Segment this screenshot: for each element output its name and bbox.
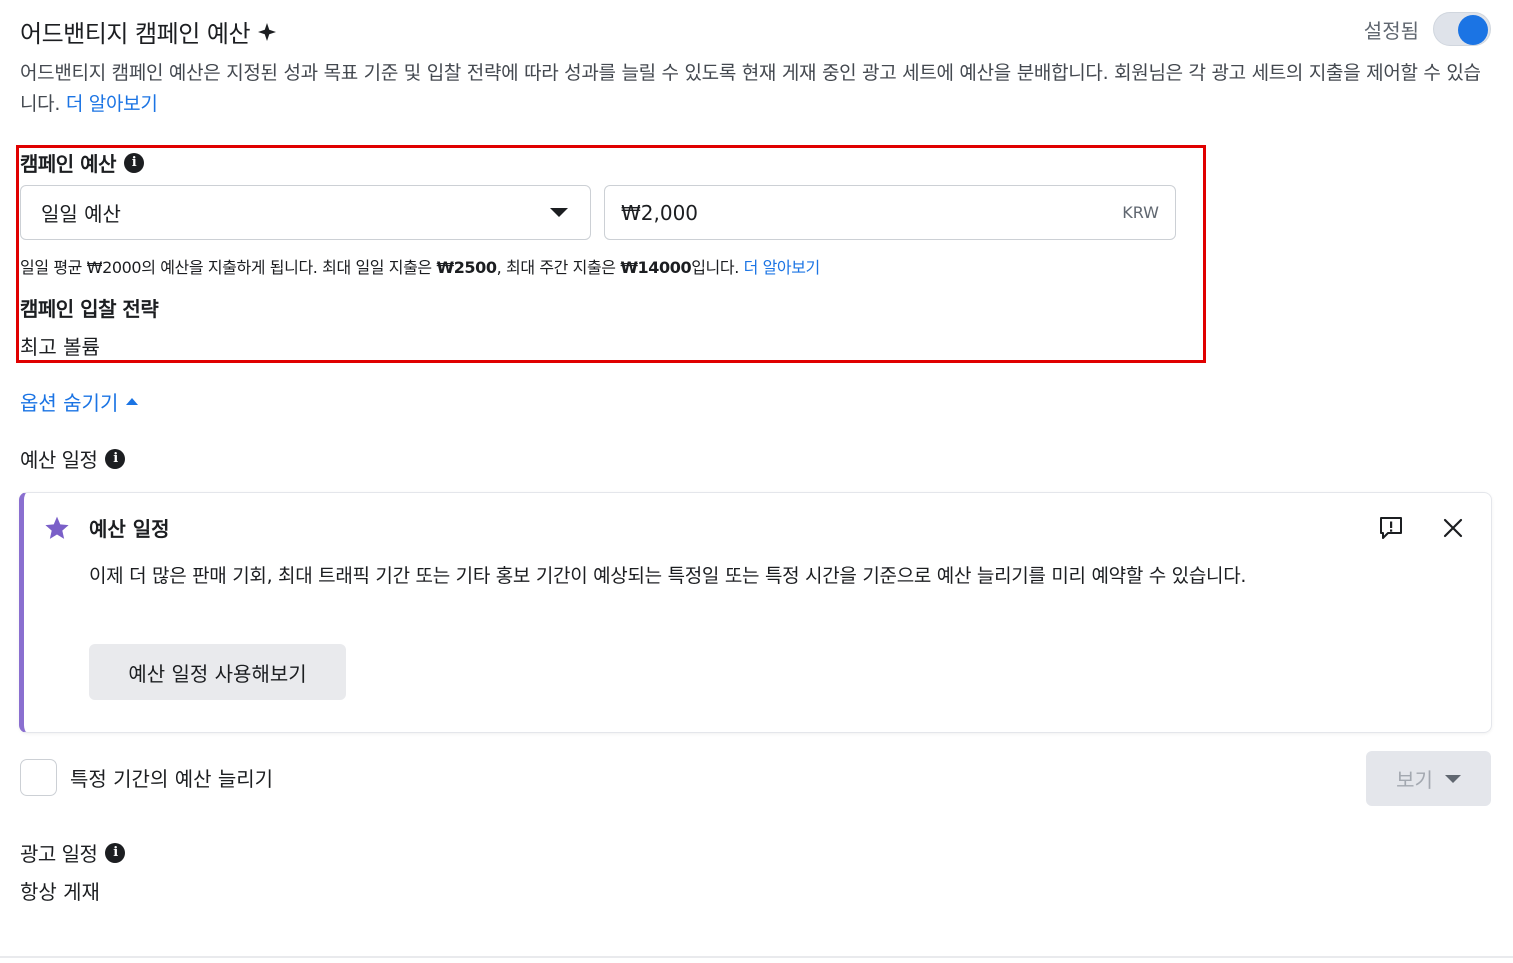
note-prefix: 일일 평균 ₩2000의 예산을 지출하게 됩니다. 최대 일일 지출은 — [20, 258, 437, 277]
toggle-knob — [1458, 15, 1488, 45]
currency-label: KRW — [1122, 203, 1159, 222]
view-dropdown-button[interactable]: 보기 — [1366, 751, 1491, 806]
bid-strategy-label: 캠페인 입찰 전략 — [20, 297, 159, 321]
budget-type-select[interactable]: 일일 예산 — [20, 185, 591, 240]
info-icon[interactable]: i — [105, 448, 126, 469]
feedback-icon[interactable] — [1378, 515, 1404, 541]
note-learn-more-link[interactable]: 더 알아보기 — [744, 258, 821, 277]
bid-strategy-value: 최고 볼륨 — [20, 335, 100, 359]
budget-type-value: 일일 예산 — [41, 202, 121, 226]
learn-more-link[interactable]: 더 알아보기 — [66, 93, 158, 115]
budget-amount-input[interactable]: ₩2,000 KRW — [604, 185, 1176, 240]
budget-increase-checkbox[interactable] — [20, 759, 57, 796]
campaign-budget-label: 캠페인 예산 i — [20, 148, 144, 177]
header-description: 어드밴티지 캠페인 예산은 지정된 성과 목표 기준 및 입찰 전략에 따라 성… — [20, 58, 1490, 120]
view-button-label: 보기 — [1396, 768, 1433, 792]
advantage-budget-toggle[interactable] — [1433, 12, 1491, 46]
advantage-toggle-group: 설정됨 — [1364, 12, 1491, 46]
hide-options-link[interactable]: 옵션 숨기기 — [20, 387, 139, 416]
budget-amount-value: ₩2,000 — [621, 200, 699, 225]
budget-increase-label: 특정 기간의 예산 늘리기 — [70, 767, 274, 791]
chevron-down-icon — [550, 208, 568, 217]
try-budget-schedule-button[interactable]: 예산 일정 사용해보기 — [89, 644, 346, 700]
budget-note: 일일 평균 ₩2000의 예산을 지출하게 됩니다. 최대 일일 지출은 ₩25… — [20, 254, 820, 278]
sparkle-icon — [258, 22, 277, 41]
page-title: 어드밴티지 캠페인 예산 — [20, 14, 277, 49]
note-suffix: 입니다. — [691, 258, 739, 277]
divider — [0, 956, 1513, 958]
chevron-down-icon — [1444, 774, 1461, 783]
card-title: 예산 일정 — [89, 517, 170, 541]
campaign-budget-label-text: 캠페인 예산 — [20, 152, 116, 176]
budget-schedule-label-text: 예산 일정 — [20, 448, 98, 472]
card-body: 이제 더 많은 판매 기회, 최대 트래픽 기간 또는 기타 홍보 기간이 예상… — [89, 565, 1247, 587]
ad-schedule-label: 광고 일정 i — [20, 838, 126, 867]
note-daily-max: ₩2500 — [436, 258, 497, 277]
budget-schedule-label: 예산 일정 i — [20, 444, 126, 473]
chevron-up-icon — [126, 398, 139, 405]
description-text: 어드밴티지 캠페인 예산은 지정된 성과 목표 기준 및 입찰 전략에 따라 성… — [20, 62, 1481, 115]
info-icon[interactable]: i — [105, 842, 126, 863]
ad-schedule-value: 항상 게재 — [20, 880, 100, 904]
note-weekly-max: ₩14000 — [620, 258, 692, 277]
hide-options-text: 옵션 숨기기 — [20, 391, 119, 415]
star-icon — [45, 516, 69, 539]
note-middle: , 최대 주간 지출은 — [496, 258, 621, 277]
info-icon[interactable]: i — [123, 152, 144, 173]
title-text: 어드밴티지 캠페인 예산 — [20, 20, 251, 48]
ad-schedule-label-text: 광고 일정 — [20, 842, 98, 866]
toggle-label: 설정됨 — [1363, 18, 1419, 43]
close-icon[interactable] — [1442, 517, 1464, 539]
